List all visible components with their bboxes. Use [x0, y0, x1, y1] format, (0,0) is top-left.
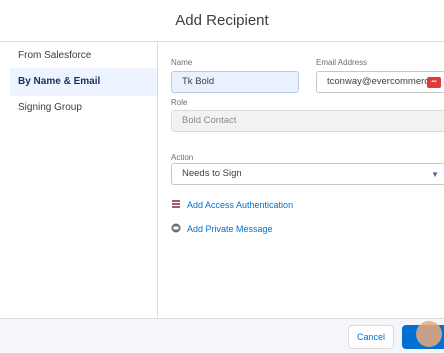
- cancel-button[interactable]: Cancel: [348, 325, 394, 349]
- recipient-source-nav: From Salesforce By Name & Email Signing …: [10, 42, 158, 318]
- sidebar-item-label: From Salesforce: [18, 50, 92, 61]
- email-label: Email Address: [316, 58, 368, 67]
- password-manager-icon[interactable]: •••: [427, 77, 441, 88]
- add-recipient-modal: Add Recipient From Salesforce By Name & …: [0, 0, 444, 353]
- action-select[interactable]: Needs to Sign ▼: [171, 163, 444, 185]
- modal-footer: Cancel: [0, 318, 444, 353]
- action-label: Action: [171, 153, 194, 162]
- add-private-message-label: Add Private Message: [187, 224, 273, 234]
- lock-icon: [172, 200, 180, 208]
- modal-header: Add Recipient: [0, 0, 444, 42]
- email-value: tconway@evercommerce: [327, 76, 435, 87]
- cursor-highlight: [416, 321, 442, 347]
- name-label: Name: [171, 58, 193, 67]
- role-label: Role: [171, 98, 188, 107]
- message-icon: [171, 223, 181, 233]
- sidebar-item-from-salesforce[interactable]: From Salesforce: [10, 42, 157, 70]
- chevron-down-icon: ▼: [431, 170, 439, 179]
- action-value: Needs to Sign: [182, 168, 242, 179]
- name-value: Tk Bold: [182, 76, 215, 87]
- sidebar-item-by-name-email[interactable]: By Name & Email: [10, 68, 157, 96]
- add-private-message-link[interactable]: Add Private Message: [171, 222, 273, 236]
- sidebar-item-label: Signing Group: [18, 102, 82, 113]
- save-button[interactable]: [402, 321, 444, 349]
- email-field[interactable]: tconway@evercommerce •••: [316, 71, 444, 93]
- cancel-label: Cancel: [356, 332, 385, 342]
- recipient-form: Name Tk Bold Email Address tconway@everc…: [157, 42, 444, 318]
- add-access-authentication-link[interactable]: Add Access Authentication: [171, 198, 293, 212]
- sidebar-item-signing-group[interactable]: Signing Group: [10, 94, 157, 122]
- sidebar-item-label: By Name & Email: [18, 76, 101, 87]
- role-field: Bold Contact: [171, 110, 444, 132]
- role-value: Bold Contact: [182, 115, 237, 126]
- name-field[interactable]: Tk Bold: [171, 71, 299, 93]
- add-access-authentication-label: Add Access Authentication: [187, 200, 294, 210]
- modal-title: Add Recipient: [175, 12, 269, 29]
